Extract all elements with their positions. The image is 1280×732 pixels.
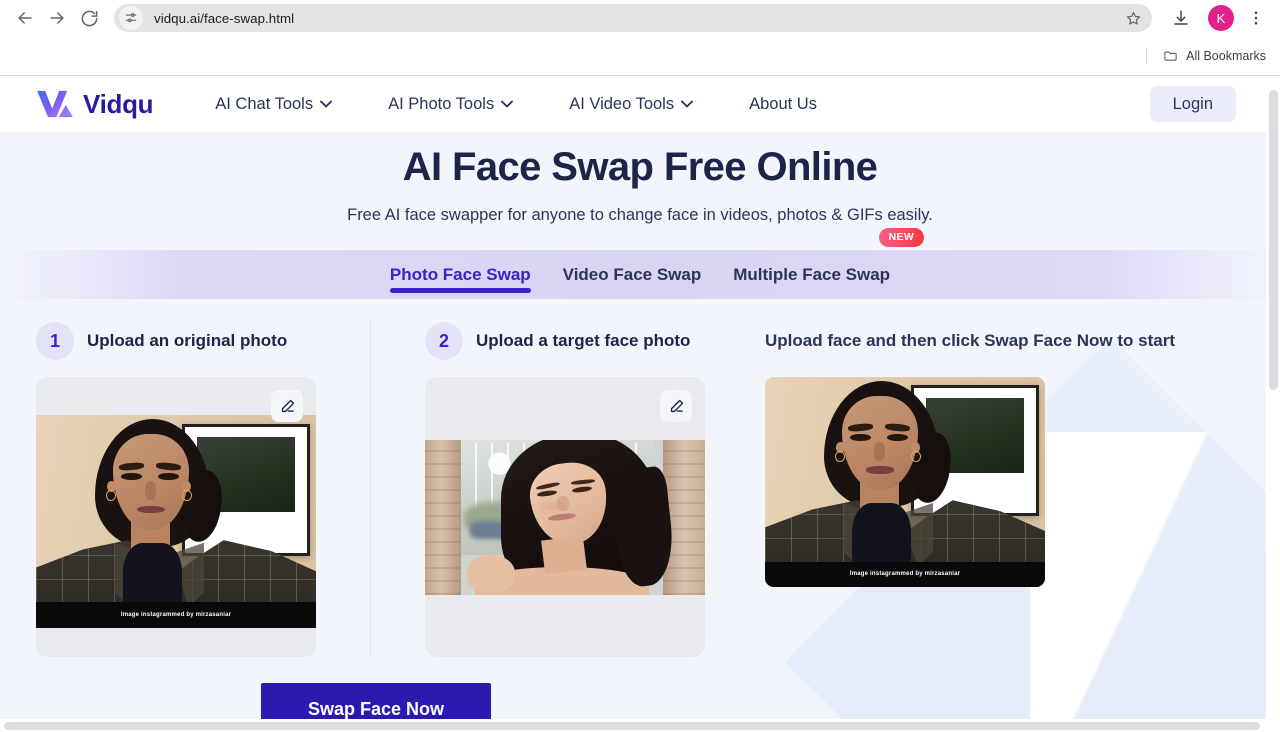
pencil-icon xyxy=(670,399,683,412)
reload-button[interactable] xyxy=(74,3,104,33)
site-header: Vidqu AI Chat Tools AI Photo Tools AI Vi… xyxy=(0,76,1280,132)
forward-button[interactable] xyxy=(42,3,72,33)
nav-item-ai-chat-tools[interactable]: AI Chat Tools xyxy=(215,95,360,114)
nav-label: About Us xyxy=(749,94,817,113)
folder-icon xyxy=(1164,51,1177,61)
target-photo-image xyxy=(425,440,705,595)
all-bookmarks-label: All Bookmarks xyxy=(1186,48,1266,63)
tab-label: Video Face Swap xyxy=(562,265,702,284)
all-bookmarks-button[interactable]: All Bookmarks xyxy=(1163,48,1266,63)
upload-target-column: 2 Upload a target face photo xyxy=(371,321,705,657)
address-bar[interactable]: vidqu.ai/face-swap.html xyxy=(114,4,1152,32)
image-caption: Image instagrammed by mirzasaniar xyxy=(765,561,1045,587)
step-number-2: 2 xyxy=(425,322,463,360)
nav-label: AI Photo Tools xyxy=(388,94,495,113)
page-subtitle: Free AI face swapper for anyone to chang… xyxy=(347,206,933,224)
back-button[interactable] xyxy=(10,3,40,33)
image-caption: Image instagrammed by mirzasaniar xyxy=(36,602,316,628)
bookmark-star-icon[interactable] xyxy=(1120,5,1146,31)
step-1-header: 1 Upload an original photo xyxy=(36,321,370,361)
main-navigation: AI Chat Tools AI Photo Tools AI Video To… xyxy=(215,95,845,114)
profile-avatar[interactable]: K xyxy=(1208,5,1234,31)
nav-item-about-us[interactable]: About Us xyxy=(721,95,845,114)
url-text[interactable]: vidqu.ai/face-swap.html xyxy=(143,11,1120,26)
tab-photo-face-swap[interactable]: Photo Face Swap xyxy=(374,250,547,299)
new-badge: NEW xyxy=(878,228,925,247)
original-photo-card[interactable]: Image instagrammed by mirzasaniar xyxy=(36,377,316,657)
edit-original-photo-button[interactable] xyxy=(271,390,303,422)
bookmarks-divider xyxy=(1146,47,1148,64)
nav-item-ai-video-tools[interactable]: AI Video Tools xyxy=(541,95,721,114)
horizontal-scrollbar[interactable] xyxy=(0,719,1266,732)
nav-label: AI Video Tools xyxy=(569,94,675,113)
chevron-down-icon xyxy=(501,100,514,108)
chevron-down-icon xyxy=(681,100,694,108)
original-photo-image: Image instagrammed by mirzasaniar xyxy=(36,415,316,628)
web-page: Vidqu AI Chat Tools AI Photo Tools AI Vi… xyxy=(0,76,1280,732)
bookmarks-bar: All Bookmarks xyxy=(0,36,1280,76)
face-swap-tabs: Photo Face Swap Video Face Swap Multiple… xyxy=(0,228,1280,299)
vidqu-logo-icon xyxy=(37,90,73,118)
tab-multiple-face-swap[interactable]: Multiple Face Swap NEW xyxy=(717,228,925,299)
preview-instruction: Upload face and then click Swap Face Now… xyxy=(765,331,1175,350)
tab-label: Multiple Face Swap xyxy=(733,265,891,284)
page-title: AI Face Swap Free Online xyxy=(402,145,878,189)
login-button[interactable]: Login xyxy=(1149,85,1236,123)
step-2-label: Upload a target face photo xyxy=(476,331,691,350)
nav-label: AI Chat Tools xyxy=(215,94,314,113)
vertical-scrollbar[interactable] xyxy=(1266,78,1280,732)
chrome-menu-icon[interactable] xyxy=(1242,3,1270,33)
hero-section: AI Face Swap Free Online Free AI face sw… xyxy=(0,132,1280,225)
preview-column: Upload face and then click Swap Face Now… xyxy=(705,321,1244,657)
upload-original-column: 1 Upload an original photo Image instagr… xyxy=(36,321,370,657)
tab-video-face-swap[interactable]: Video Face Swap xyxy=(547,250,718,299)
downloads-icon[interactable] xyxy=(1166,3,1196,33)
target-photo-card[interactable] xyxy=(425,377,705,657)
step-1-label: Upload an original photo xyxy=(87,331,288,350)
chevron-down-icon xyxy=(320,100,333,108)
site-settings-icon[interactable] xyxy=(119,6,143,30)
edit-target-photo-button[interactable] xyxy=(660,390,692,422)
browser-chrome: vidqu.ai/face-swap.html K All Bookmarks xyxy=(0,0,1280,76)
site-logo[interactable]: Vidqu xyxy=(36,88,154,120)
pencil-icon xyxy=(281,399,294,412)
step-2-header: 2 Upload a target face photo xyxy=(425,321,705,361)
step-number-1: 1 xyxy=(36,322,74,360)
logo-text: Vidqu xyxy=(83,88,154,119)
vertical-scrollbar-thumb[interactable] xyxy=(1269,90,1278,390)
nav-item-ai-photo-tools[interactable]: AI Photo Tools xyxy=(360,95,541,114)
result-preview-image: Image instagrammed by mirzasaniar xyxy=(765,377,1045,587)
workspace: 1 Upload an original photo Image instagr… xyxy=(0,321,1280,657)
browser-toolbar: vidqu.ai/face-swap.html K xyxy=(0,0,1280,36)
tab-label: Photo Face Swap xyxy=(389,265,531,284)
horizontal-scrollbar-thumb[interactable] xyxy=(4,722,1260,730)
